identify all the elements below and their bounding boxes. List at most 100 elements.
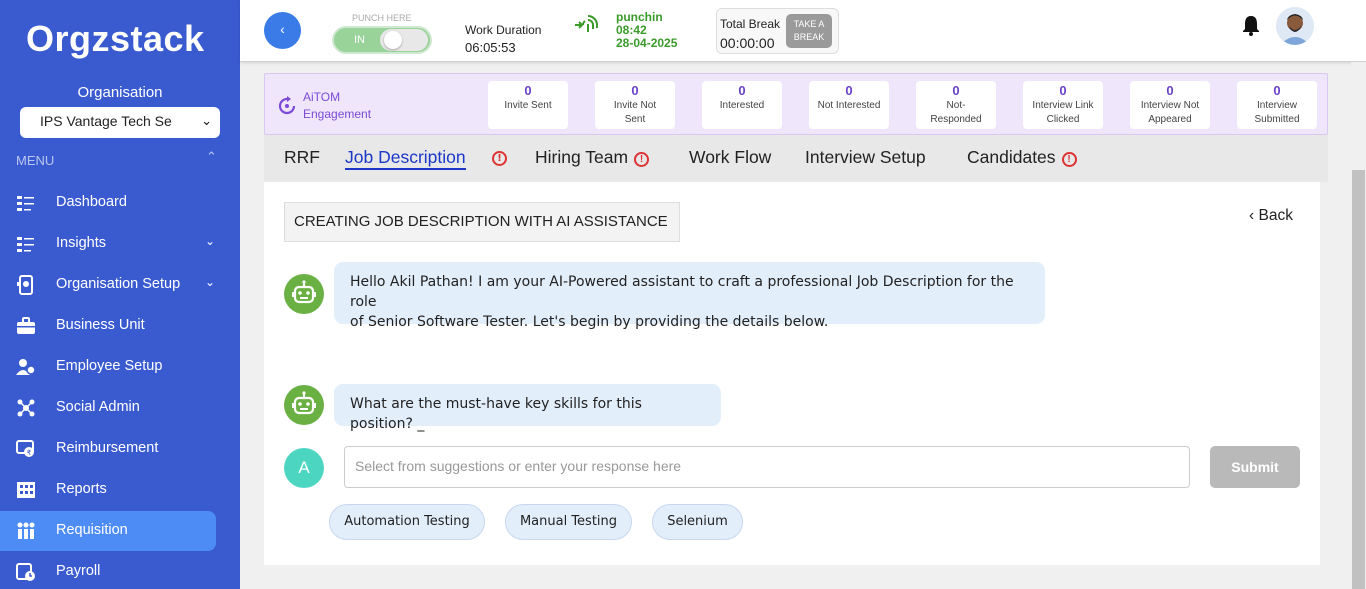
organisation-selected-value: IPS Vantage Tech Se bbox=[40, 113, 172, 129]
stat-label: Interested bbox=[719, 100, 765, 111]
briefcase-icon bbox=[17, 317, 35, 334]
tab-label: Interview Setup bbox=[805, 147, 926, 167]
stat-interested[interactable]: 0 Interested bbox=[702, 81, 782, 129]
stat-value: 0 bbox=[738, 83, 746, 98]
stat-value: 0 bbox=[1166, 83, 1174, 98]
take-break-line2: BREAK bbox=[793, 32, 825, 42]
stat-interview-submitted[interactable]: 0 Interview Submitted bbox=[1237, 81, 1317, 129]
sidebar-item-employee-setup[interactable]: Employee Setup bbox=[0, 347, 216, 387]
sidebar-item-insights[interactable]: Insights ⌄ bbox=[0, 224, 216, 264]
job-description-panel: CREATING JOB DESCRIPTION WITH AI ASSISTA… bbox=[264, 182, 1320, 565]
sidebar-item-label: Business Unit bbox=[56, 317, 145, 333]
requisition-tabs: RRF Job Description ! Hiring Team! Work … bbox=[264, 135, 1328, 182]
tab-label: RRF bbox=[284, 147, 320, 167]
sidebar-item-dashboard[interactable]: Dashboard bbox=[0, 183, 216, 223]
stat-interview-link-clicked[interactable]: 0 Interview Link Clicked bbox=[1023, 81, 1103, 129]
panel-heading: CREATING JOB DESCRIPTION WITH AI ASSISTA… bbox=[284, 202, 680, 242]
reimbursement-icon: ₹ bbox=[16, 440, 34, 457]
back-button[interactable]: ‹ Back bbox=[1249, 207, 1293, 225]
total-break-box: Total Break 00:00:00 TAKE A BREAK bbox=[716, 8, 839, 54]
organisation-setup-icon bbox=[17, 275, 33, 295]
social-admin-icon bbox=[17, 399, 35, 417]
sidebar-item-label: Employee Setup bbox=[56, 358, 163, 374]
stat-interview-not-appeared[interactable]: 0 Interview Not Appeared bbox=[1130, 81, 1210, 129]
toggle-knob bbox=[380, 29, 428, 51]
sidebar-item-social-admin[interactable]: Social Admin bbox=[0, 388, 216, 428]
stat-not-interested[interactable]: 0 Not Interested bbox=[809, 81, 889, 129]
stat-value: 0 bbox=[631, 83, 639, 98]
stat-label-line2: Sent bbox=[624, 114, 646, 125]
bell-icon[interactable] bbox=[1241, 14, 1261, 36]
tab-rrf[interactable]: RRF bbox=[284, 147, 320, 168]
organisation-label: Organisation bbox=[77, 84, 163, 101]
employee-setup-icon bbox=[16, 359, 36, 375]
stat-label: Invite Sent bbox=[504, 100, 552, 111]
tab-job-description[interactable]: Job Description bbox=[345, 147, 466, 170]
tab-hiring-team[interactable]: Hiring Team! bbox=[535, 147, 650, 168]
chevron-left-icon: ‹ bbox=[1249, 207, 1255, 224]
payroll-icon bbox=[16, 563, 35, 581]
user-avatar[interactable] bbox=[1276, 7, 1314, 45]
menu-collapse-icon[interactable]: ⌃ bbox=[206, 150, 217, 165]
sidebar-item-organisation-setup[interactable]: Organisation Setup ⌄ bbox=[0, 265, 216, 305]
tab-work-flow[interactable]: Work Flow bbox=[689, 147, 771, 168]
insights-icon bbox=[17, 237, 34, 252]
assistant-message: Hello Akil Pathan! I am your AI-Powered … bbox=[334, 262, 1045, 330]
work-duration-value: 06:05:53 bbox=[465, 40, 516, 55]
stat-invite-sent[interactable]: 0 Invite Sent bbox=[488, 81, 568, 129]
aitom-title-line2: Engagement bbox=[303, 107, 372, 121]
organisation-select[interactable]: IPS Vantage Tech Se ⌄ bbox=[20, 107, 220, 138]
suggestion-chip[interactable]: Manual Testing bbox=[505, 504, 632, 540]
scrollbar-thumb[interactable] bbox=[1352, 170, 1365, 589]
stat-value: 0 bbox=[845, 83, 853, 98]
stat-label: Not- bbox=[946, 100, 966, 111]
response-input[interactable]: Select from suggestions or enter your re… bbox=[344, 446, 1190, 488]
aitom-title: AiTOM Engagement bbox=[303, 89, 371, 123]
message-line2: of Senior Software Tester. Let's begin b… bbox=[350, 314, 829, 330]
tab-candidates[interactable]: Candidates! bbox=[967, 147, 1077, 168]
punchin-info: punchin 08:42 28-04-2025 bbox=[616, 11, 677, 50]
page-scrollbar[interactable] bbox=[1351, 62, 1366, 589]
suggestion-chip[interactable]: Selenium bbox=[652, 504, 743, 540]
aitom-engagement-bar: AiTOM Engagement 0 Invite Sent 0 Invite … bbox=[264, 73, 1328, 135]
stat-label: Interview Link bbox=[1032, 100, 1094, 111]
stat-value: 0 bbox=[524, 83, 532, 98]
sidebar: Orgzstack Organisation IPS Vantage Tech … bbox=[0, 0, 240, 589]
stat-value: 0 bbox=[1273, 83, 1281, 98]
svg-text:₹: ₹ bbox=[27, 449, 32, 457]
fingerprint-icon bbox=[575, 15, 598, 32]
take-a-break-button[interactable]: TAKE A BREAK bbox=[786, 14, 832, 48]
sidebar-item-label: Insights bbox=[56, 235, 106, 251]
submit-button[interactable]: Submit bbox=[1210, 446, 1300, 488]
requisition-icon bbox=[17, 522, 35, 539]
warning-icon: ! bbox=[1061, 152, 1077, 167]
back-label: Back bbox=[1258, 207, 1293, 224]
tab-interview-setup[interactable]: Interview Setup bbox=[805, 147, 926, 168]
sidebar-item-label: Organisation Setup bbox=[56, 276, 181, 292]
take-break-line1: TAKE A bbox=[793, 19, 825, 29]
user-initial-avatar: A bbox=[284, 448, 324, 488]
sidebar-item-business-unit[interactable]: Business Unit bbox=[0, 306, 216, 346]
punch-here-label: PUNCH HERE bbox=[352, 13, 412, 23]
stat-not-responded[interactable]: 0 Not- Responded bbox=[916, 81, 996, 129]
suggestion-chip[interactable]: Automation Testing bbox=[329, 504, 485, 540]
sidebar-item-reimbursement[interactable]: ₹ Reimbursement bbox=[0, 429, 216, 469]
main-content: AiTOM Engagement 0 Invite Sent 0 Invite … bbox=[264, 62, 1328, 565]
tab-label: Candidates bbox=[967, 147, 1056, 167]
stat-invite-not-sent[interactable]: 0 Invite Not Sent bbox=[595, 81, 675, 129]
sidebar-item-reports[interactable]: Reports bbox=[0, 470, 216, 510]
sidebar-item-payroll[interactable]: Payroll bbox=[0, 552, 216, 589]
chevron-down-icon: ⌄ bbox=[205, 275, 216, 289]
orgzstack-logo[interactable]: Orgzstack bbox=[26, 18, 205, 60]
stat-label-line2: Appeared bbox=[1148, 114, 1192, 125]
punch-toggle[interactable]: IN bbox=[332, 26, 432, 54]
bot-icon bbox=[284, 274, 324, 314]
sidebar-item-requisition[interactable]: Requisition bbox=[0, 511, 216, 551]
robot-icon bbox=[292, 391, 316, 415]
robot-icon bbox=[292, 280, 316, 304]
warning-icon: ! bbox=[634, 152, 650, 167]
dashboard-icon bbox=[17, 196, 34, 211]
collapse-sidebar-button[interactable]: ‹ bbox=[264, 12, 301, 49]
stat-label: Not Interested bbox=[817, 100, 881, 111]
assistant-message: What are the must-have key skills for th… bbox=[334, 384, 721, 432]
